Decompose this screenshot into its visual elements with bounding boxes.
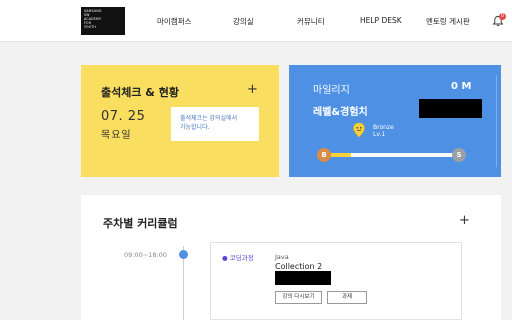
attendance-weekday: 목요일	[101, 130, 132, 141]
nav-item-classroom[interactable]: 강의실	[233, 16, 254, 27]
course-subject: Java	[275, 253, 289, 261]
mileage-value: 0 M	[451, 81, 472, 92]
samsung-sw-academy-logo[interactable]: SAMSUNG SW ACADEMY FOR YOUTH	[81, 7, 125, 35]
silver-mark: S	[452, 148, 466, 162]
attendance-notice-line: 가능합니다.	[180, 124, 210, 131]
curriculum-expand-plus-icon[interactable]: +	[459, 213, 470, 228]
nav-item-mentoring-board[interactable]: 멘토링 게시판	[426, 16, 470, 27]
nav-item-my-campus[interactable]: 마이캠퍼스	[157, 16, 192, 27]
bronze-level-pin-icon	[353, 122, 365, 138]
notification-count-badge: 0	[499, 13, 506, 20]
timeline-dot	[179, 250, 188, 259]
mileage-title: 마일리지	[313, 85, 350, 96]
attendance-date: 07. 25	[101, 109, 146, 124]
logo-line: YOUTH	[84, 25, 96, 29]
bronze-level-label: Bronze Lv.1	[373, 124, 394, 138]
level-experience-title: 레벨&경험치	[313, 107, 368, 118]
course-type-label: 코딩과정	[229, 254, 254, 262]
nav-item-community[interactable]: 커뮤니티	[297, 16, 325, 27]
nav-item-help-desk[interactable]: HELP DESK	[360, 16, 402, 25]
homework-button[interactable]: 과제	[327, 291, 367, 304]
attendance-notice-box: 출석체크는 강의실에서 가능합니다.	[171, 107, 259, 141]
divider	[496, 75, 497, 167]
bronze-mark: B	[317, 148, 331, 162]
badge-name: Bronze	[373, 124, 394, 131]
badge-level: Lv.1	[373, 131, 386, 138]
review-lecture-button[interactable]: 강의 다시보기	[275, 291, 322, 304]
attendance-notice-line: 출석체크는 강의실에서	[180, 115, 238, 122]
redacted-user-info	[419, 99, 482, 118]
attendance-title: 출석체크 & 현황	[101, 86, 179, 99]
course-type: ● 코딩과정	[222, 254, 254, 262]
schedule-time: 09:00~18:00	[124, 251, 167, 259]
experience-progress-track	[324, 153, 460, 157]
redacted-course-info	[275, 271, 331, 285]
attendance-expand-plus-icon[interactable]: +	[247, 82, 258, 97]
course-name: Collection 2	[275, 262, 323, 271]
curriculum-title: 주차별 커리큘럼	[103, 217, 178, 230]
